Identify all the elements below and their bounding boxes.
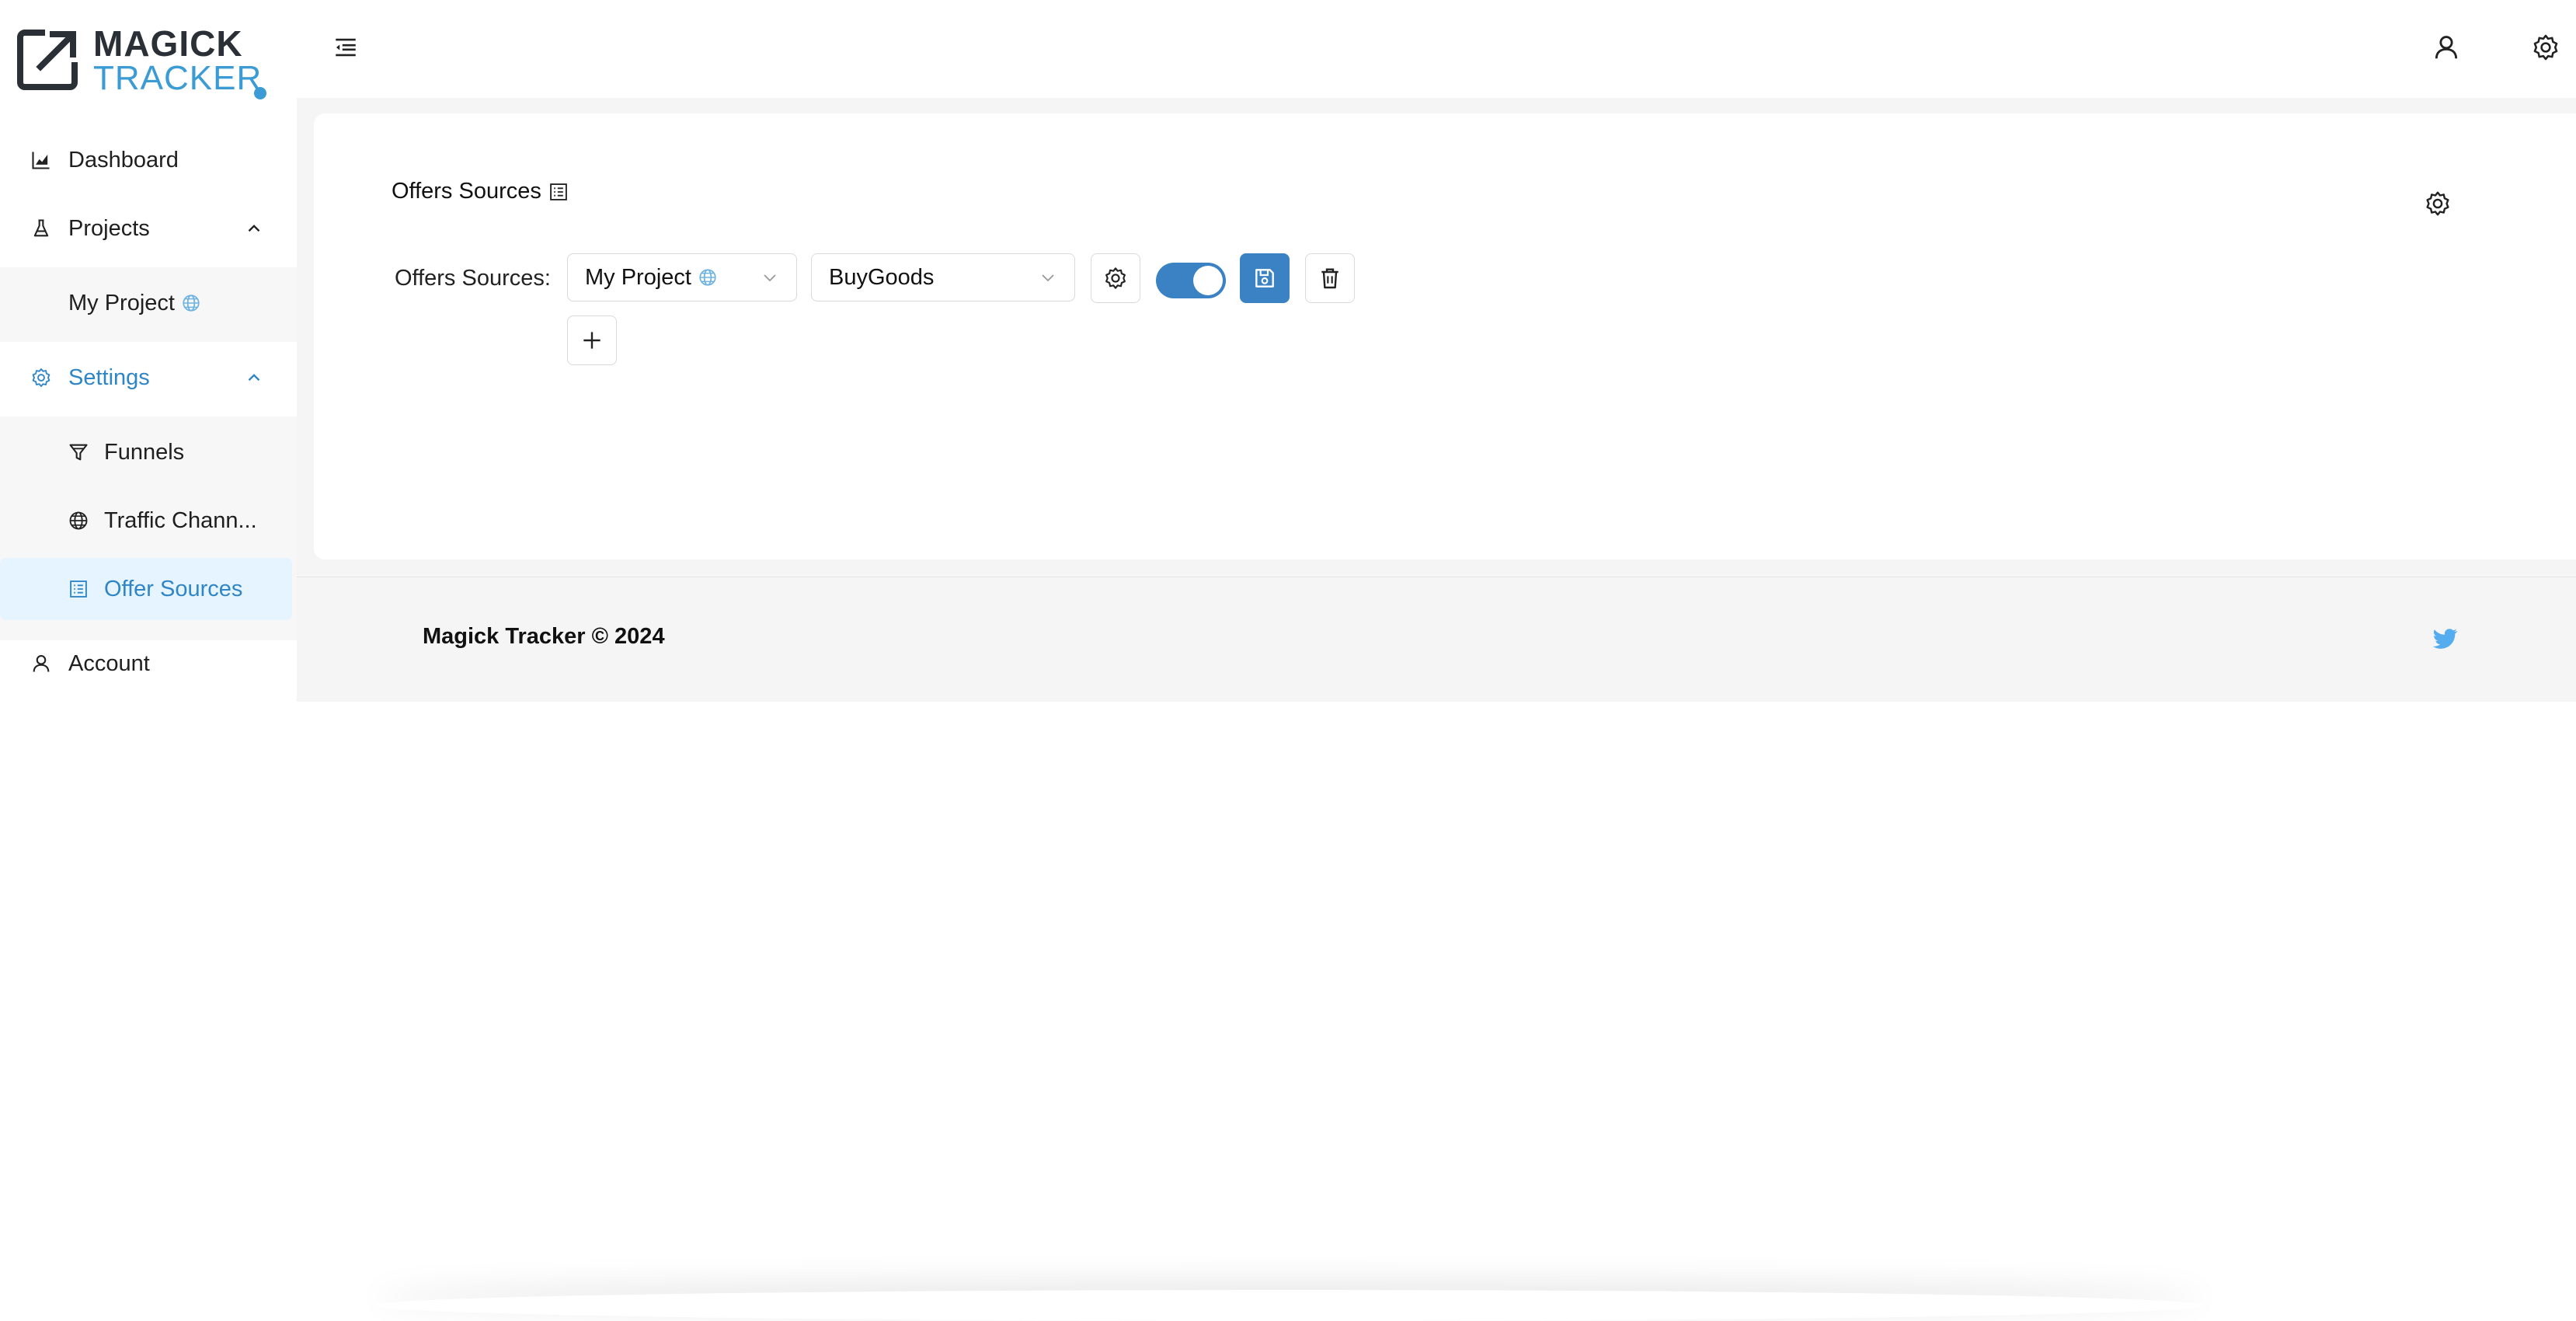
logo-text-tracker: TRACKER [93, 59, 263, 97]
sidebar-item-funnels[interactable]: Funnels [0, 421, 292, 483]
chevron-up-icon [248, 374, 260, 382]
delete-button[interactable] [1305, 253, 1355, 303]
chevron-down-icon [1042, 274, 1054, 282]
save-button[interactable] [1240, 253, 1290, 303]
user-icon[interactable] [2432, 33, 2461, 62]
sidebar-item-label: Dashboard [68, 147, 179, 173]
sidebar: MAGICK TRACKER Dashboard Projects My Pro… [0, 0, 297, 701]
sidebar-item-label: Settings [68, 364, 150, 390]
chart-area-icon [30, 148, 53, 172]
globe-icon [699, 269, 716, 286]
enabled-toggle[interactable] [1156, 263, 1226, 298]
toggle-knob [1193, 266, 1223, 295]
list-icon [67, 577, 90, 601]
gear-icon[interactable] [2531, 33, 2560, 62]
sidebar-item-dashboard[interactable]: Dashboard [0, 129, 292, 191]
offers-sources-card [314, 113, 2576, 559]
sidebar-item-label: Projects [68, 215, 150, 241]
sidebar-item-label: Funnels [104, 439, 185, 465]
sidebar-item-label: My Project [68, 291, 201, 316]
logo-dot [254, 87, 266, 99]
chevron-up-icon [248, 225, 260, 232]
sidebar-item-label: Offer Sources [104, 576, 243, 601]
logo-text-magick: MAGICK [93, 23, 243, 64]
gear-icon [1105, 267, 1126, 289]
add-source-button[interactable] [567, 315, 617, 365]
sidebar-item-offer-sources[interactable]: Offer Sources [0, 558, 292, 620]
logo[interactable]: MAGICK TRACKER [17, 23, 273, 99]
globe-icon [183, 295, 200, 312]
app: MAGICK TRACKER Dashboard Projects My Pro… [0, 0, 2576, 1310]
offer-source-select[interactable]: BuyGoods [811, 253, 1075, 301]
sidebar-item-my-project[interactable]: My Project [0, 272, 292, 334]
offers-sources-form-label: Offers Sources: [395, 266, 551, 291]
page-title: Offers Sources [392, 179, 569, 204]
footer: Magick Tracker © 2024 [297, 577, 2576, 702]
twitter-icon[interactable] [2430, 624, 2459, 654]
user-icon [30, 652, 53, 675]
bottom-shadow [373, 1290, 2206, 1321]
funnel-icon [67, 441, 90, 464]
list-icon [550, 183, 567, 200]
footer-copyright: Magick Tracker © 2024 [423, 624, 665, 649]
card-settings-gear-icon[interactable] [2424, 190, 2452, 218]
gear-icon [30, 366, 53, 389]
project-select[interactable]: My Project [567, 253, 797, 301]
trash-icon [1321, 268, 1338, 289]
sidebar-item-traffic-channels[interactable]: Traffic Chann... [0, 490, 292, 552]
sidebar-item-projects[interactable]: Projects [0, 197, 292, 260]
sidebar-item-label: Account [68, 650, 150, 676]
sidebar-item-label: Traffic Chann... [104, 507, 257, 533]
plus-icon [583, 332, 600, 349]
external-link-logo-icon [17, 30, 78, 90]
sidebar-item-settings[interactable]: Settings [0, 347, 292, 409]
chevron-down-icon [764, 274, 776, 282]
source-settings-button[interactable] [1091, 253, 1140, 303]
menu-fold-icon[interactable] [332, 34, 359, 61]
flask-icon [30, 217, 53, 240]
save-icon [1255, 269, 1274, 288]
top-header [297, 0, 2576, 98]
sidebar-item-account[interactable]: Account [0, 633, 292, 695]
globe-icon [67, 509, 90, 532]
